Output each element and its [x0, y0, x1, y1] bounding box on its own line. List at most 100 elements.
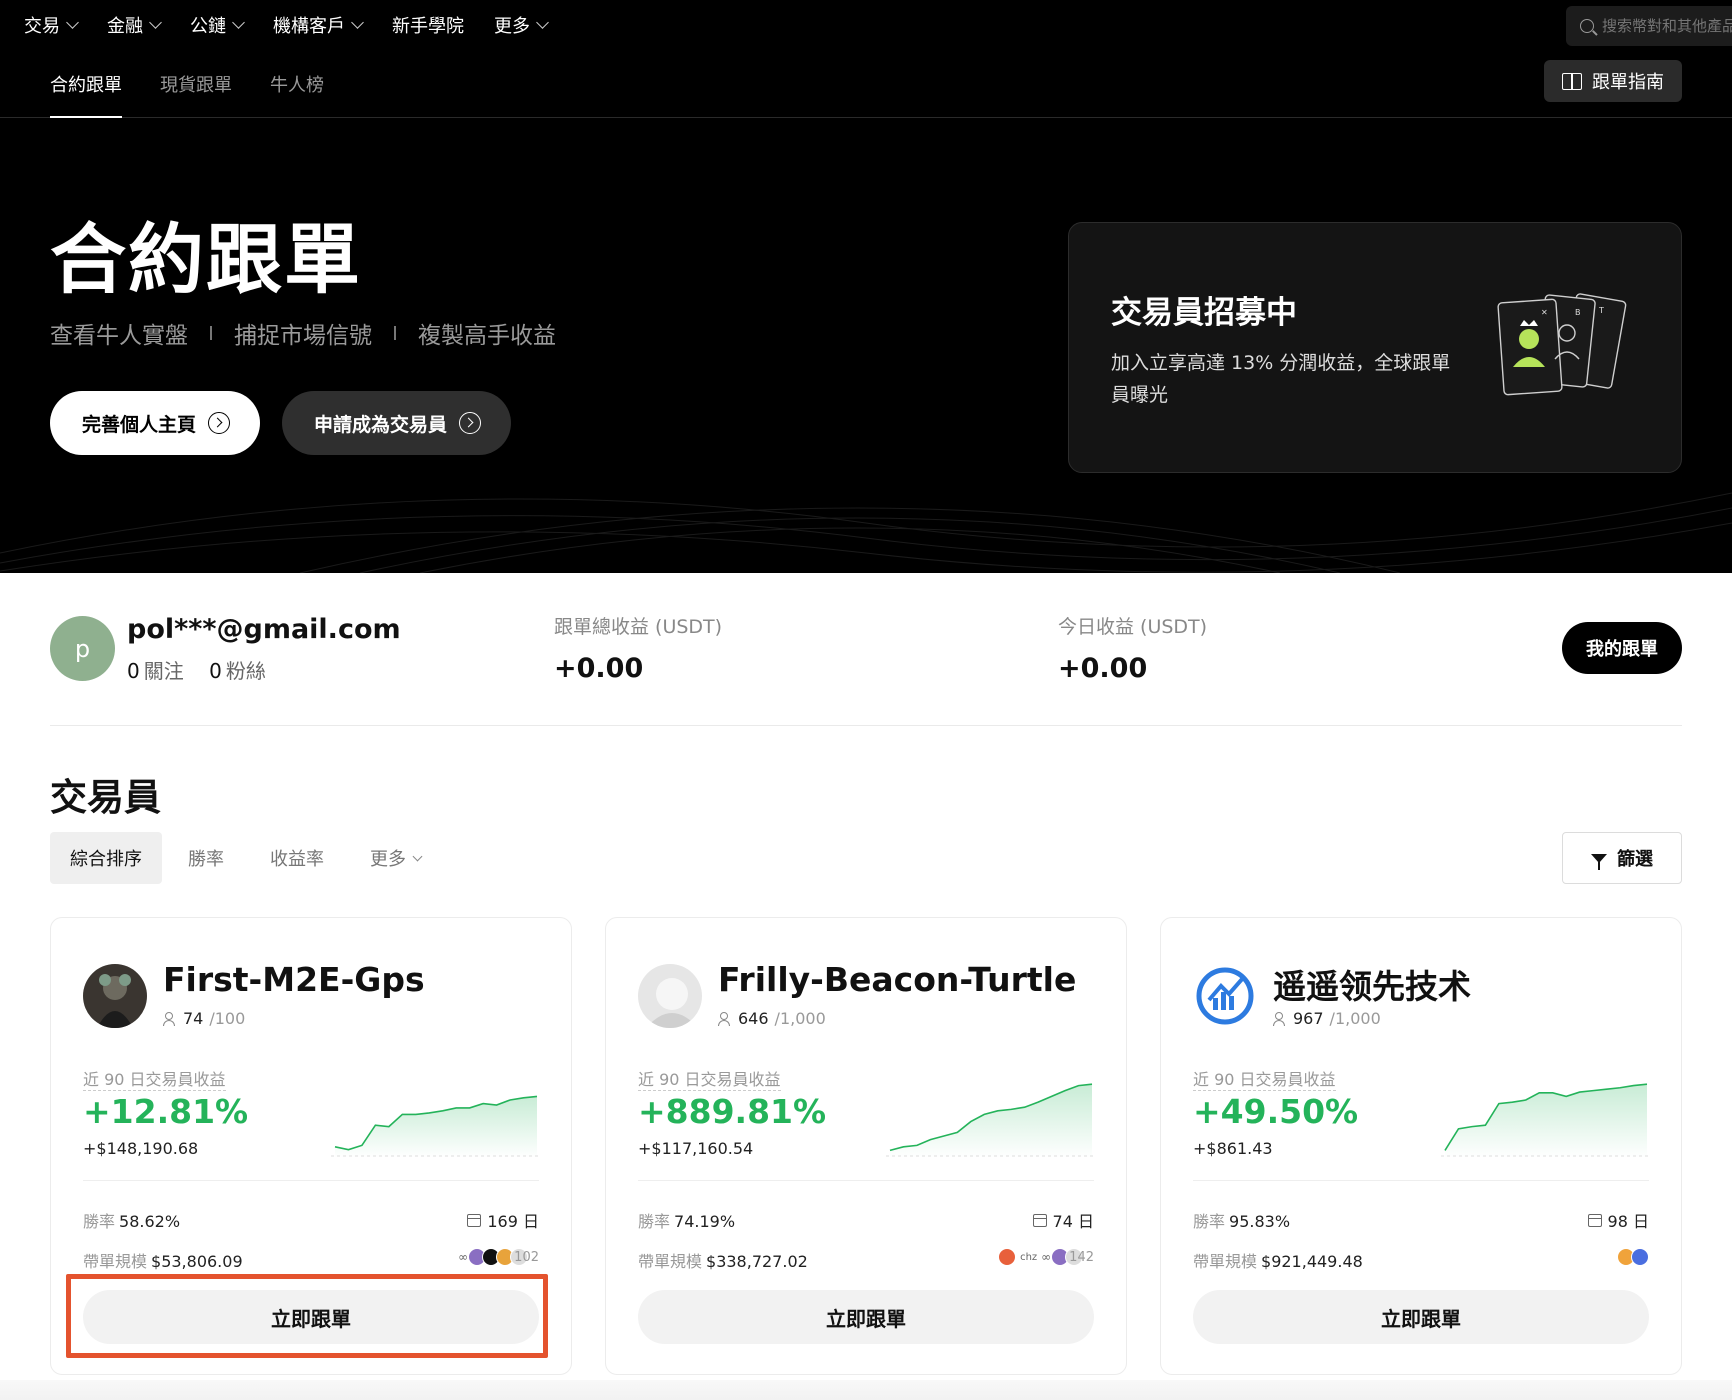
svg-text:B: B: [1575, 308, 1581, 317]
filter-icon: [1591, 853, 1607, 870]
sparkline-area: [335, 1096, 537, 1158]
coin-icon: [998, 1248, 1017, 1266]
divider: [83, 1180, 539, 1181]
pnl-sparkline: [886, 1083, 1096, 1158]
hero-actions: 完善個人主頁 申請成為交易員: [50, 391, 512, 455]
trading-days: 98 日: [1587, 1208, 1649, 1232]
apply-trader-button[interactable]: 申請成為交易員: [282, 391, 512, 455]
copy-now-button[interactable]: 立即跟單: [83, 1290, 539, 1344]
book-icon: [1562, 73, 1582, 90]
chevron-down-icon: [149, 16, 162, 29]
search-icon: [1580, 19, 1594, 33]
chevron-down-icon: [66, 16, 79, 29]
nav-institutional[interactable]: 機構客戶: [273, 12, 364, 38]
sort-return[interactable]: 收益率: [250, 832, 344, 884]
trader-recruit-card[interactable]: 交易員招募中 加入立享高達 13% 分潤收益，全球跟單員曝光 T B ✕: [1068, 222, 1682, 473]
today-profit-stat: 今日收益 (USDT) +0.00: [1058, 616, 1208, 684]
chevron-down-icon: [536, 16, 549, 29]
svg-text:T: T: [1598, 306, 1604, 315]
divider: [210, 326, 212, 340]
search-box[interactable]: [1566, 6, 1732, 46]
pnl-sparkline: [331, 1095, 541, 1158]
coin-list: chz ∞ 142: [998, 1248, 1094, 1266]
trader-name[interactable]: First-M2E-Gps: [163, 960, 425, 999]
trader-card[interactable]: First-M2E-Gps 74/100 近 90 日交易員收益 +12.81%…: [50, 917, 572, 1375]
people-icon: [1273, 1011, 1287, 1026]
trader-avatar[interactable]: [638, 964, 702, 1028]
sort-composite[interactable]: 綜合排序: [50, 832, 162, 884]
nav-chain[interactable]: 公鏈: [190, 12, 245, 38]
arrow-circle-icon: [459, 412, 482, 434]
tab-spot-copy[interactable]: 現貨跟單: [160, 50, 232, 118]
sub-navigation: 合約跟單 現貨跟單 牛人榜 跟單指南: [0, 50, 1732, 118]
pnl-amount: +$861.43: [1193, 1139, 1273, 1158]
search-input[interactable]: [1602, 17, 1732, 35]
trader-card[interactable]: 遥遥领先技术 967/1,000 近 90 日交易員收益 +49.50% +$8…: [1160, 917, 1682, 1375]
filter-button[interactable]: 篩選: [1562, 832, 1682, 884]
page-title: 合約跟單: [50, 215, 362, 304]
recruit-title: 交易員招募中: [1111, 295, 1297, 331]
tab-leaderboard[interactable]: 牛人榜: [270, 50, 324, 118]
aum: 帶單規模 $921,449.48: [1193, 1252, 1363, 1271]
top-navigation: 交易 金融 公鏈 機構客戶 新手學院 更多: [0, 0, 1732, 50]
people-icon: [718, 1011, 732, 1026]
sort-winrate[interactable]: 勝率: [168, 832, 244, 884]
aum: 帶單規模 $338,727.02: [638, 1252, 808, 1271]
roi-percent: +12.81%: [83, 1092, 249, 1131]
infinity-icon: ∞: [1041, 1250, 1052, 1264]
trader-cards-illustration: T B ✕: [1497, 293, 1627, 396]
hero-subtitle: 查看牛人實盤 捕捉市場信號 複製高手收益: [50, 323, 556, 349]
trading-days: 74 日: [1032, 1208, 1094, 1232]
hero-section: 交易 金融 公鏈 機構客戶 新手學院 更多 合約跟單 現貨跟單 牛人榜 跟單指南…: [0, 0, 1732, 573]
trader-avatar[interactable]: [1193, 964, 1257, 1028]
win-rate: 勝率 95.83%: [1193, 1212, 1291, 1231]
avatar[interactable]: p: [50, 616, 115, 681]
page-bottom: [0, 1380, 1732, 1400]
pnl-sparkline: [1441, 1083, 1651, 1158]
trader-name[interactable]: 遥遥领先技术: [1273, 960, 1471, 1008]
svg-text:✕: ✕: [1541, 308, 1548, 317]
pnl-label: 近 90 日交易員收益: [1193, 1066, 1336, 1091]
following-label[interactable]: 關注: [144, 659, 184, 683]
sort-more[interactable]: 更多: [350, 832, 441, 884]
copy-now-button[interactable]: 立即跟單: [1193, 1290, 1649, 1344]
my-copy-trades-button[interactable]: 我的跟單: [1562, 622, 1682, 674]
tab-futures-copy[interactable]: 合約跟單: [50, 50, 122, 118]
follow-stats: 0 關注 0 粉絲: [127, 659, 266, 683]
total-profit-stat: 跟單總收益 (USDT) +0.00: [554, 616, 723, 684]
recruit-description: 加入立享高達 13% 分潤收益，全球跟單員曝光: [1111, 352, 1451, 406]
trader-card[interactable]: Frilly-Beacon-Turtle 646/1,000 近 90 日交易員…: [605, 917, 1127, 1375]
divider: [1193, 1180, 1649, 1181]
copy-guide-button[interactable]: 跟單指南: [1544, 60, 1682, 102]
calendar-icon: [1032, 1213, 1047, 1227]
nav-finance[interactable]: 金融: [107, 12, 162, 38]
win-rate: 勝率 58.62%: [83, 1212, 181, 1231]
copy-now-button[interactable]: 立即跟單: [638, 1290, 1094, 1344]
trader-avatar[interactable]: [83, 964, 147, 1028]
user-email: pol***@gmail.com: [127, 614, 401, 645]
trader-name[interactable]: Frilly-Beacon-Turtle: [718, 960, 1076, 999]
chevron-down-icon: [232, 16, 245, 29]
sparkline-area: [890, 1084, 1092, 1158]
ethereum-icon: [1631, 1248, 1649, 1266]
infinity-icon: ∞: [458, 1250, 469, 1264]
nav-more[interactable]: 更多: [494, 12, 549, 38]
pnl-amount: +$117,160.54: [638, 1139, 754, 1158]
arrow-circle-icon: [208, 412, 231, 434]
nav-academy[interactable]: 新手學院: [392, 12, 464, 38]
complete-profile-button[interactable]: 完善個人主頁: [50, 391, 261, 455]
nav-trade[interactable]: 交易: [24, 12, 79, 38]
people-icon: [163, 1011, 177, 1026]
fans-label[interactable]: 粉絲: [226, 659, 266, 683]
coin-list: [1617, 1248, 1649, 1266]
chevron-down-icon: [412, 851, 423, 861]
chevron-down-icon: [351, 16, 364, 29]
pnl-label: 近 90 日交易員收益: [638, 1066, 781, 1091]
divider: [638, 1180, 1094, 1181]
follower-count: 967/1,000: [1273, 1009, 1381, 1028]
divider: [394, 326, 396, 340]
sparkline-area: [1445, 1084, 1647, 1158]
roi-percent: +889.81%: [638, 1092, 827, 1131]
calendar-icon: [1587, 1213, 1602, 1227]
coin-list: ∞ 102: [458, 1248, 539, 1266]
